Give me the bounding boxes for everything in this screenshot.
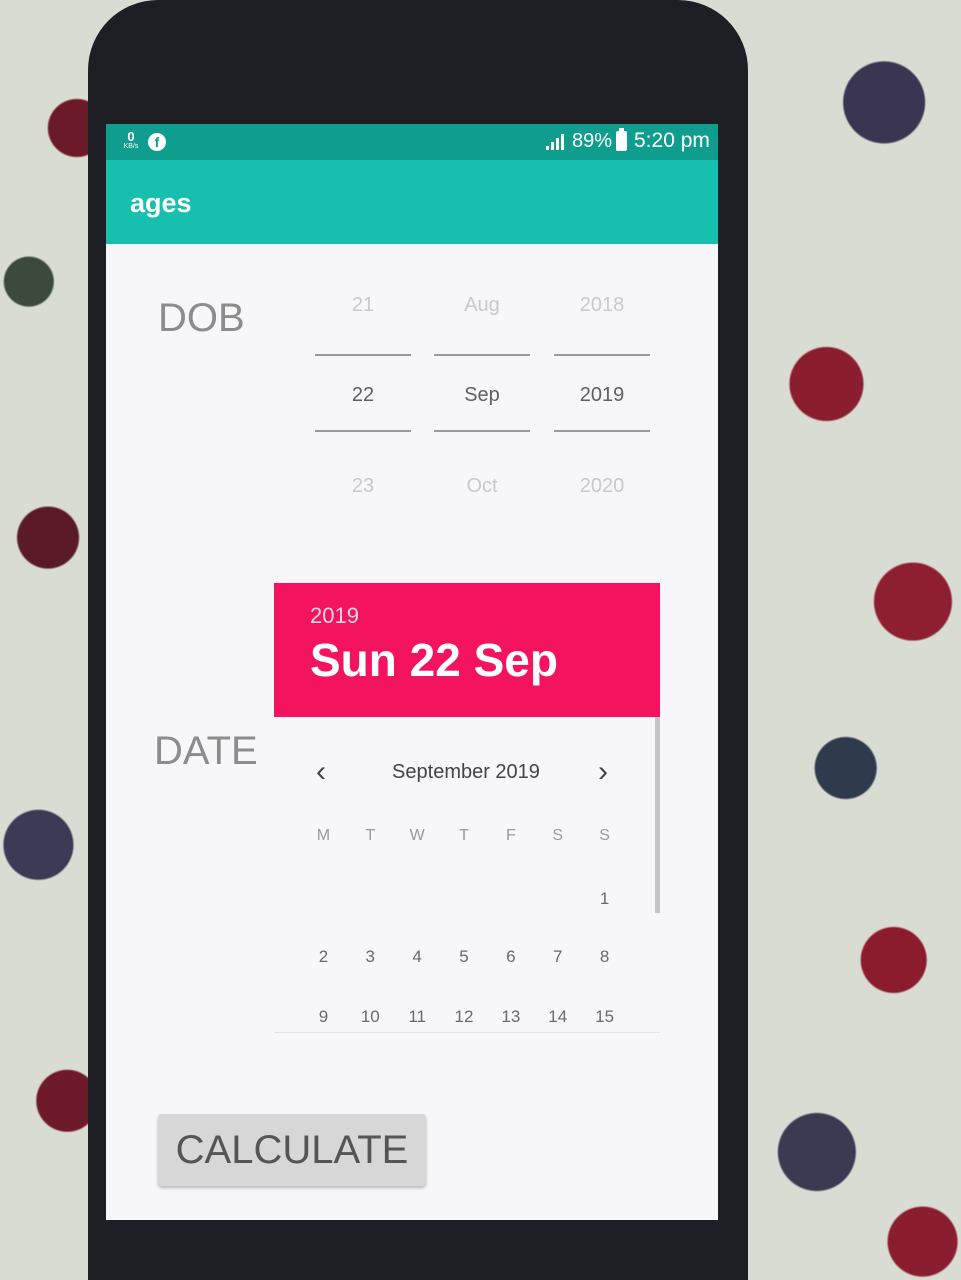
picker-divider <box>434 354 530 356</box>
calendar-week-row: 9 10 11 12 13 14 15 <box>300 1007 628 1027</box>
weekday-label: M <box>316 827 331 844</box>
calendar-day <box>347 889 394 909</box>
network-speed-value: 0 <box>127 129 135 144</box>
calendar-day <box>441 889 488 909</box>
picker-divider <box>554 430 650 432</box>
picker-divider <box>434 430 530 432</box>
calendar-day[interactable]: 8 <box>581 947 628 967</box>
picker-divider <box>315 354 411 356</box>
calendar-day <box>534 889 581 909</box>
calendar-day[interactable]: 10 <box>347 1007 394 1027</box>
day-prev-value[interactable]: 21 <box>315 294 411 317</box>
network-speed-unit: KB/s <box>123 143 139 150</box>
calendar-day[interactable]: 1 <box>581 889 628 909</box>
dob-label: DOB <box>158 296 245 340</box>
calendar-day[interactable]: 5 <box>441 947 488 967</box>
calendar-month-title: September 2019 <box>392 761 540 783</box>
calendar-week-row: 2 3 4 5 6 7 8 <box>300 947 628 967</box>
weekday-label: F <box>505 827 516 844</box>
calendar-view: ‹ September 2019 › M T W T F S S 1 2 3 4… <box>274 717 660 1033</box>
day-current-value[interactable]: 22 <box>315 384 411 407</box>
weekday-label: W <box>409 827 425 844</box>
year-current-value[interactable]: 2019 <box>554 384 650 407</box>
calendar-scrollbar[interactable] <box>655 717 660 913</box>
calculate-button[interactable]: CALCULATE <box>158 1114 426 1186</box>
calendar-day[interactable]: 13 <box>487 1007 534 1027</box>
day-next-value[interactable]: 23 <box>315 475 411 498</box>
app-title: ages <box>130 188 192 218</box>
weekday-label: S <box>599 827 610 844</box>
year-prev-value[interactable]: 2018 <box>554 294 650 317</box>
dob-year-picker[interactable]: 2018 2019 2020 <box>554 282 650 502</box>
calendar-day[interactable]: 14 <box>534 1007 581 1027</box>
picker-divider <box>315 430 411 432</box>
next-month-icon[interactable]: › <box>598 757 608 787</box>
calendar-day[interactable]: 3 <box>347 947 394 967</box>
year-next-value[interactable]: 2020 <box>554 475 650 498</box>
network-speed-indicator: 0 KB/s <box>120 130 142 150</box>
calendar-day[interactable]: 9 <box>300 1007 347 1027</box>
signal-icon <box>546 134 564 150</box>
calendar-day[interactable]: 6 <box>487 947 534 967</box>
month-next-value[interactable]: Oct <box>434 475 530 498</box>
battery-icon <box>616 128 627 151</box>
app-bar: ages <box>106 160 718 244</box>
calendar-divider <box>274 1032 660 1033</box>
weekday-label: T <box>365 827 376 844</box>
status-bar: 0 KB/s f 89% 5:20 pm <box>106 124 718 160</box>
calendar-week-row: 1 <box>300 889 628 909</box>
month-current-value[interactable]: Sep <box>434 384 530 407</box>
dob-month-picker[interactable]: Aug Sep Oct <box>434 282 530 502</box>
calendar-day[interactable]: 11 <box>394 1007 441 1027</box>
phone-screen: 0 KB/s f 89% 5:20 pm ages DOB 21 22 23 A… <box>106 124 718 1220</box>
calendar-day <box>487 889 534 909</box>
calendar-day[interactable]: 2 <box>300 947 347 967</box>
weekday-label: T <box>459 827 469 844</box>
weekday-header-row: M T W T F S S <box>300 827 628 845</box>
weekday-label: S <box>552 827 564 844</box>
calendar-day[interactable]: 7 <box>534 947 581 967</box>
calendar-day[interactable]: 4 <box>394 947 441 967</box>
calendar-day <box>394 889 441 909</box>
battery-percent: 89% <box>572 130 613 152</box>
month-prev-value[interactable]: Aug <box>434 294 530 317</box>
clock: 5:20 pm <box>634 129 710 152</box>
calendar-day[interactable]: 12 <box>441 1007 488 1027</box>
date-picker-year[interactable]: 2019 <box>310 603 359 629</box>
date-picker-header: 2019 Sun 22 Sep <box>274 583 660 717</box>
date-picker-selected-date[interactable]: Sun 22 Sep <box>310 633 558 687</box>
picker-divider <box>554 354 650 356</box>
calendar-day[interactable]: 15 <box>581 1007 628 1027</box>
dob-day-picker[interactable]: 21 22 23 <box>315 282 411 502</box>
calendar-day <box>300 889 347 909</box>
facebook-icon: f <box>148 133 166 151</box>
date-label: DATE <box>154 729 258 773</box>
